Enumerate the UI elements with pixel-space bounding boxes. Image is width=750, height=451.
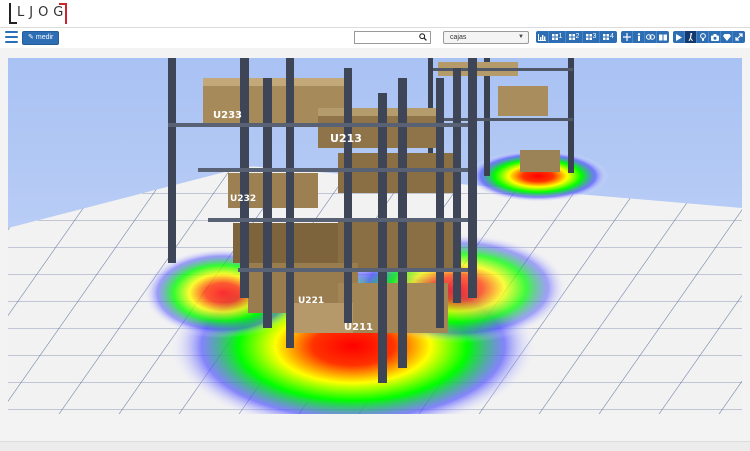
play-button[interactable] bbox=[673, 31, 685, 43]
person-button[interactable] bbox=[633, 31, 645, 43]
move-button[interactable] bbox=[621, 31, 633, 43]
toolbar: ✎ medir cajas ▼ 1 2 3 4 bbox=[0, 28, 750, 49]
chevron-down-icon: ▼ bbox=[518, 34, 524, 40]
rack-label-u211: U211 bbox=[344, 322, 373, 333]
expand-icon bbox=[735, 33, 743, 41]
view-2-button[interactable]: 2 bbox=[566, 31, 583, 43]
view-button-group: 1 2 3 4 bbox=[536, 31, 617, 43]
tool-button-group bbox=[621, 31, 669, 43]
play-icon bbox=[675, 33, 682, 41]
diamond-icon bbox=[722, 33, 731, 41]
rack-label-u233: U233 bbox=[213, 110, 242, 121]
view-3-button[interactable]: 3 bbox=[583, 31, 600, 43]
pencil-icon: ✎ bbox=[28, 34, 34, 41]
book-button[interactable] bbox=[657, 31, 669, 43]
diamond-button[interactable] bbox=[721, 31, 733, 43]
rack-label-u213: U213 bbox=[330, 132, 362, 145]
grid-icon bbox=[585, 34, 592, 40]
logo-text: LJOG bbox=[17, 5, 69, 20]
grid-icon bbox=[603, 34, 610, 40]
warehouse-scene: U233 U213 U232 U221 U211 bbox=[8, 58, 742, 414]
camera-button[interactable] bbox=[709, 31, 721, 43]
view-1-label: 1 bbox=[558, 33, 563, 40]
layer-select[interactable]: cajas ▼ bbox=[443, 31, 529, 44]
walker-icon bbox=[688, 33, 693, 41]
link-button[interactable] bbox=[645, 31, 657, 43]
expand-button[interactable] bbox=[733, 31, 745, 43]
search-input[interactable] bbox=[355, 38, 423, 49]
view-3-label: 3 bbox=[592, 33, 597, 40]
grid-icon bbox=[568, 34, 575, 40]
view-4-button[interactable]: 4 bbox=[600, 31, 617, 43]
medir-label: medir bbox=[35, 34, 54, 41]
book-icon bbox=[659, 34, 667, 40]
view-2-label: 2 bbox=[575, 33, 580, 40]
camera-icon bbox=[710, 33, 719, 41]
search-box bbox=[354, 31, 431, 49]
bulb-icon bbox=[699, 33, 706, 41]
hamburger-menu-icon[interactable] bbox=[5, 31, 18, 43]
view-1-button[interactable]: 1 bbox=[549, 31, 566, 43]
logo-left-bracket bbox=[9, 3, 17, 24]
person-icon bbox=[637, 33, 640, 41]
grid-icon bbox=[551, 34, 558, 40]
walker-button[interactable] bbox=[685, 31, 697, 43]
move-icon bbox=[622, 33, 631, 41]
bar-chart-button[interactable] bbox=[536, 31, 549, 43]
bar-chart-icon bbox=[538, 33, 546, 41]
top-bar: LJOG bbox=[0, 0, 750, 28]
view-4-label: 4 bbox=[610, 33, 614, 40]
ljog-logo[interactable]: LJOG bbox=[9, 3, 69, 24]
rack-label-u232: U232 bbox=[230, 194, 256, 204]
bulb-button[interactable] bbox=[697, 31, 709, 43]
3d-viewport[interactable]: U233 U213 U232 U221 U211 bbox=[8, 58, 742, 414]
rack-label-u221: U221 bbox=[298, 296, 324, 306]
link-icon bbox=[646, 34, 655, 40]
medir-button[interactable]: ✎ medir bbox=[22, 31, 60, 45]
layer-select-value: cajas bbox=[450, 34, 467, 41]
search-icon[interactable] bbox=[419, 33, 427, 41]
action-button-group bbox=[673, 31, 745, 43]
